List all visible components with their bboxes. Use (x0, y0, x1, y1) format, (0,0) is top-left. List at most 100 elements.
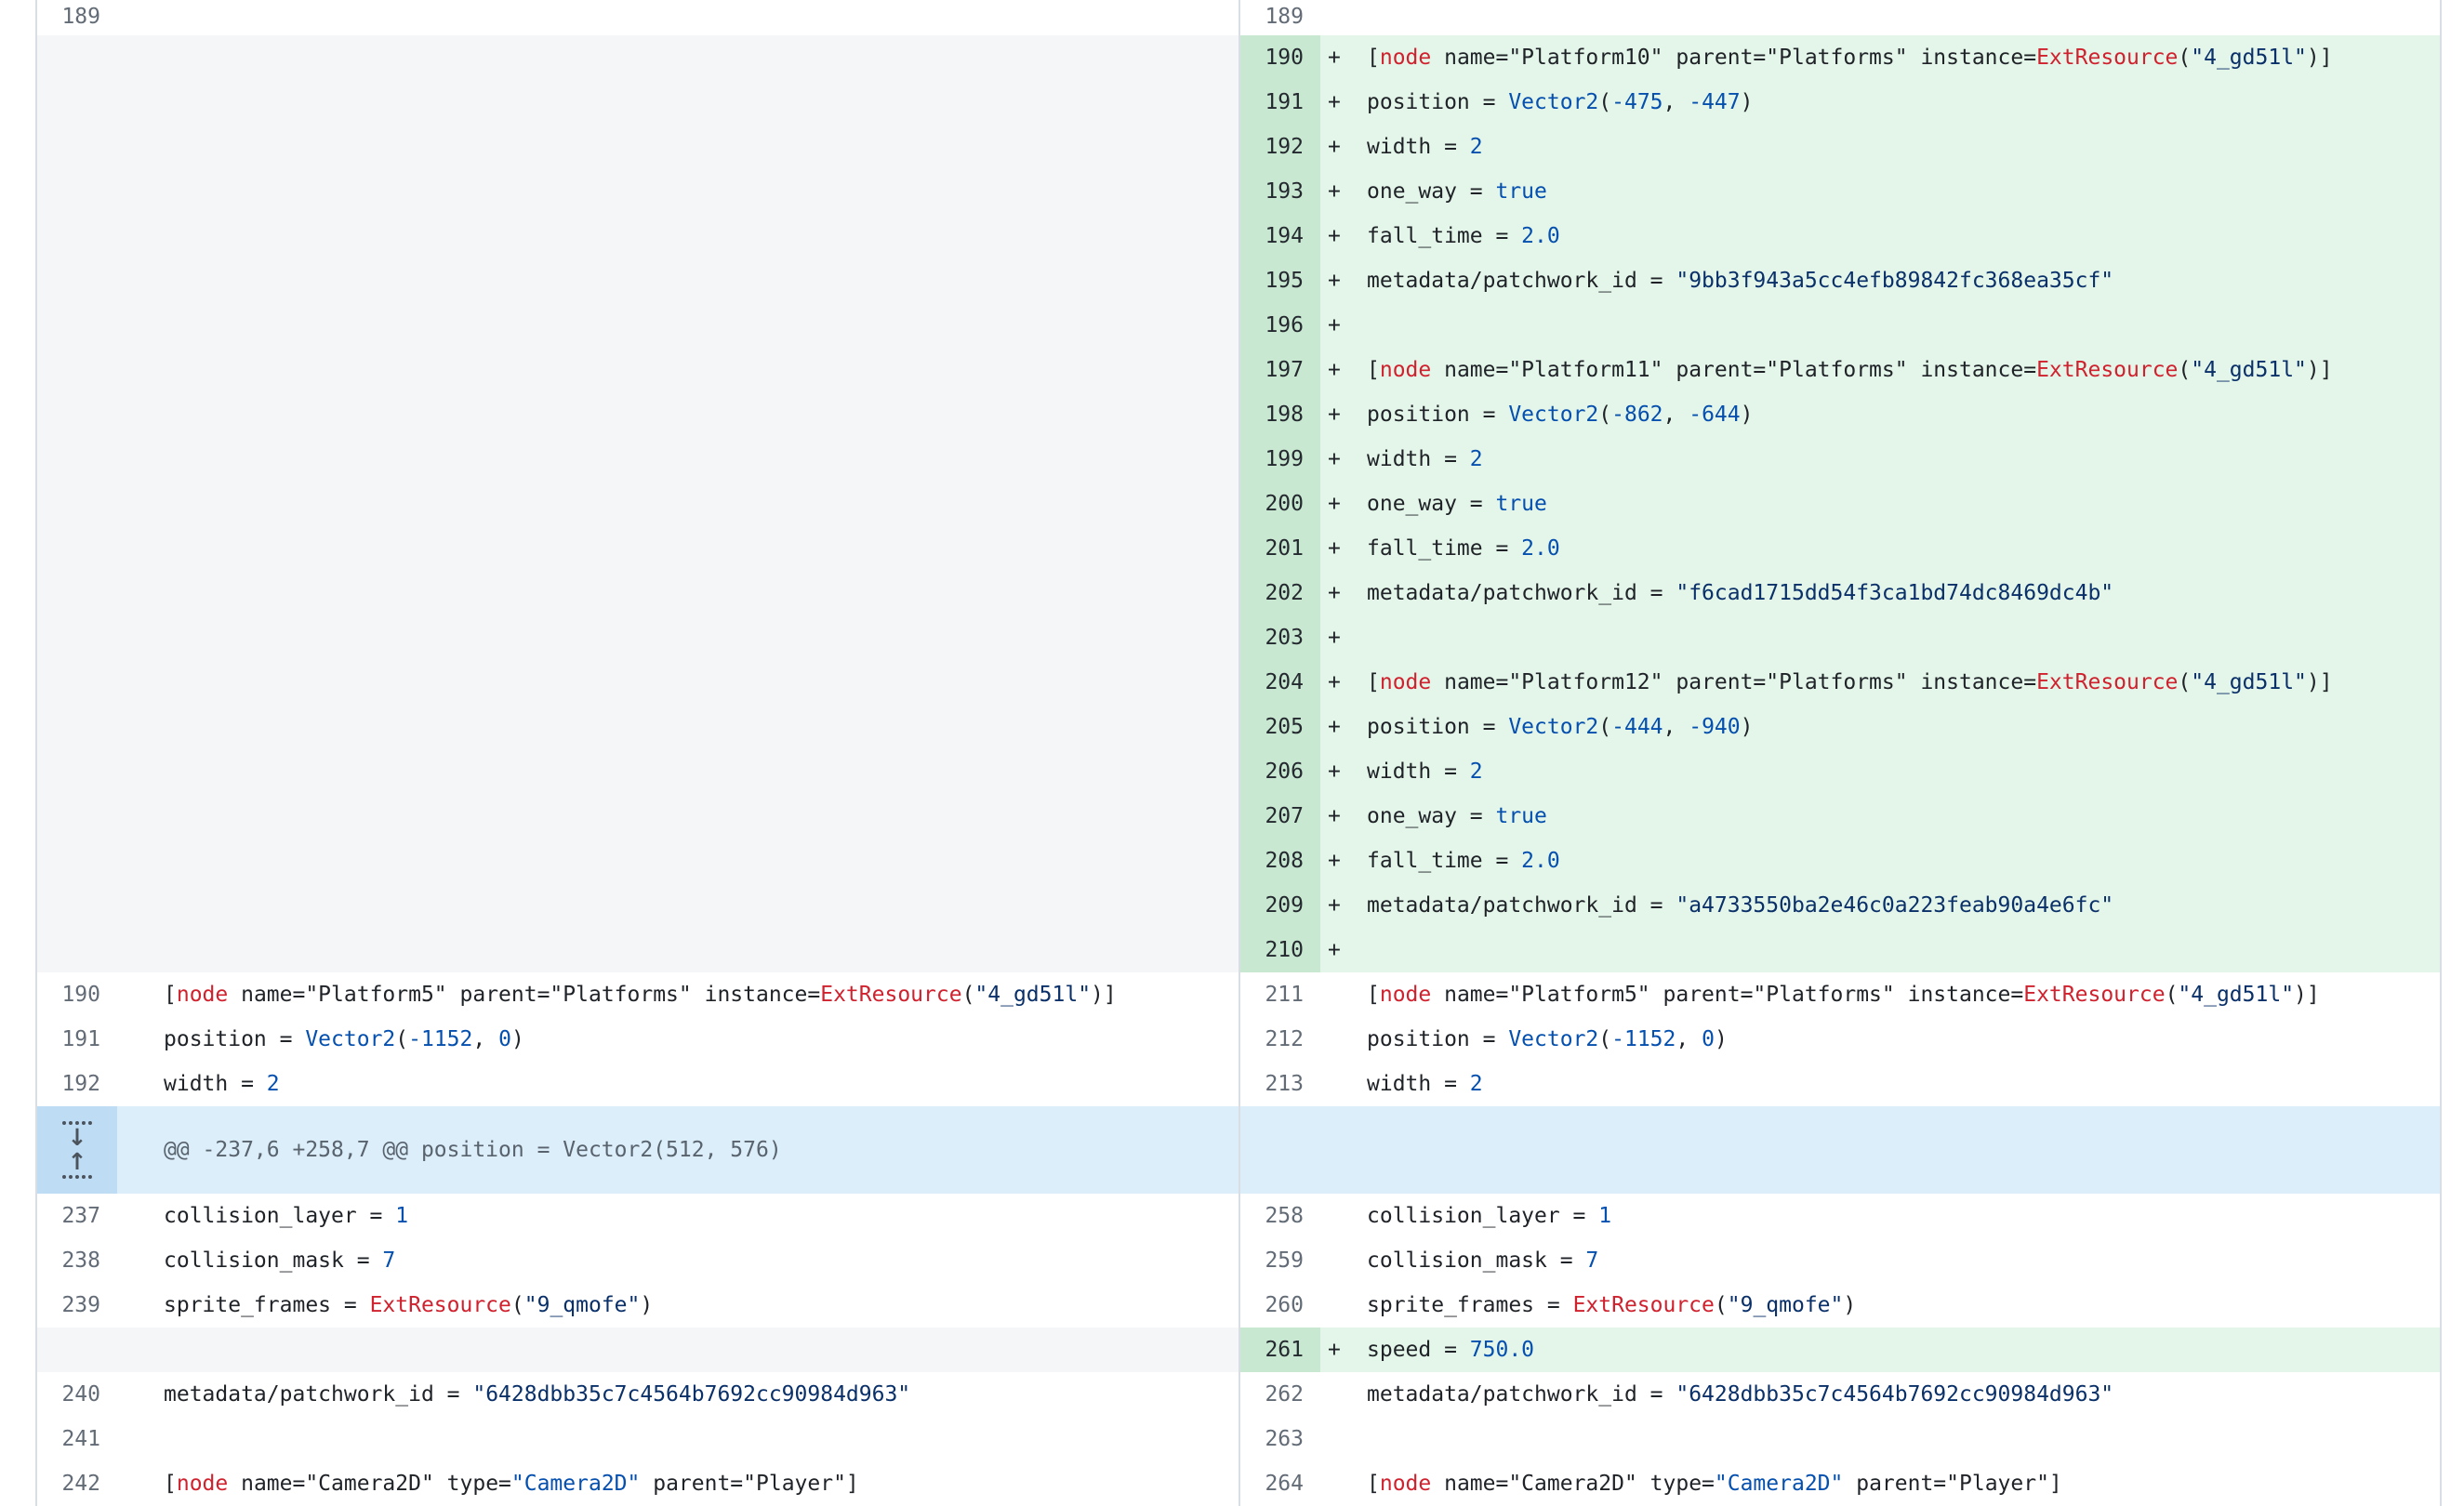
added-line-row: 195+metadata/patchwork_id = "9bb3f943a5c… (1240, 258, 2440, 303)
line-number[interactable]: 258 (1240, 1194, 1320, 1238)
token-keyword: node (1380, 46, 1431, 70)
line-number[interactable]: 193 (1240, 169, 1320, 214)
code-line: + (1320, 303, 2440, 348)
context-line-row: 191position = Vector2(-1152, 0) (37, 1017, 1239, 1062)
line-number[interactable]: 238 (37, 1238, 117, 1283)
code-line (1320, 0, 2440, 35)
line-number[interactable]: 211 (1240, 972, 1320, 1017)
add-marker: + (1328, 571, 1341, 615)
line-number[interactable]: 200 (1240, 482, 1320, 526)
added-line-row: 196+ (1240, 303, 2440, 348)
line-number[interactable]: 198 (1240, 392, 1320, 437)
token-plain: width = (1367, 760, 1470, 784)
expand-up-button[interactable]: ↑ (62, 1152, 92, 1182)
line-number[interactable]: 261 (1240, 1328, 1320, 1372)
empty-placeholder (37, 482, 1239, 526)
code-line: metadata/patchwork_id = "6428dbb35c7c456… (1320, 1372, 2440, 1417)
context-line-row: 242[node name="Camera2D" type="Camera2D"… (37, 1461, 1239, 1506)
empty-row (37, 928, 1239, 972)
code-line: +one_way = true (1320, 482, 2440, 526)
line-number[interactable]: 242 (37, 1461, 117, 1506)
code-line: position = Vector2(-1152, 0) (117, 1017, 1239, 1062)
line-number[interactable]: 205 (1240, 705, 1320, 749)
line-number[interactable]: 189 (37, 0, 117, 35)
token-constant: 0 (498, 1027, 511, 1051)
line-number[interactable]: 210 (1240, 928, 1320, 972)
empty-placeholder (37, 35, 1239, 80)
token-constant: 2.0 (1521, 224, 1560, 248)
line-number[interactable]: 192 (37, 1062, 117, 1106)
line-number[interactable]: 189 (1240, 0, 1320, 35)
line-number[interactable]: 264 (1240, 1461, 1320, 1506)
line-number[interactable]: 191 (1240, 80, 1320, 125)
empty-row (37, 169, 1239, 214)
token-plain: ) (1741, 715, 1754, 739)
line-number[interactable]: 206 (1240, 749, 1320, 794)
token-keyword: ExtResource (2023, 983, 2165, 1007)
line-number[interactable]: 199 (1240, 437, 1320, 482)
token-plain: [ (1367, 358, 1380, 382)
line-number[interactable]: 195 (1240, 258, 1320, 303)
added-line-row: 194+fall_time = 2.0 (1240, 214, 2440, 258)
token-keyword: node (1380, 358, 1431, 382)
token-plain: [ (1367, 983, 1380, 1007)
line-number[interactable]: 207 (1240, 794, 1320, 839)
line-number[interactable]: 197 (1240, 348, 1320, 392)
line-number[interactable]: 201 (1240, 526, 1320, 571)
line-number[interactable]: 194 (1240, 214, 1320, 258)
diff-pane-new: 189190+[node name="Platform10" parent="P… (1239, 0, 2440, 1506)
line-number[interactable]: 241 (37, 1417, 117, 1461)
line-number[interactable]: 240 (37, 1372, 117, 1417)
line-number[interactable]: 208 (1240, 839, 1320, 883)
token-plain: parent="Player"] (640, 1472, 858, 1496)
token-constant: 2.0 (1521, 536, 1560, 561)
diff-pane-old: 189190[node name="Platform5" parent="Pla… (37, 0, 1239, 1506)
token-plain: ( (2178, 46, 2191, 70)
empty-placeholder (37, 660, 1239, 705)
empty-row (37, 660, 1239, 705)
added-line-row: 205+position = Vector2(-444, -940) (1240, 705, 2440, 749)
empty-row (37, 571, 1239, 615)
line-number[interactable]: 213 (1240, 1062, 1320, 1106)
line-number[interactable]: 260 (1240, 1283, 1320, 1328)
empty-placeholder (37, 571, 1239, 615)
token-string: "f6cad1715dd54f3ca1bd74dc8469dc4b" (1676, 581, 2113, 605)
line-number[interactable]: 190 (37, 972, 117, 1017)
line-number[interactable]: 204 (1240, 660, 1320, 705)
empty-row (37, 437, 1239, 482)
line-number[interactable]: 196 (1240, 303, 1320, 348)
line-number[interactable]: 203 (1240, 615, 1320, 660)
line-number[interactable]: 209 (1240, 883, 1320, 928)
hunk-row: ↓↑@@ -237,6 +258,7 @@ position = Vector2… (37, 1106, 1239, 1194)
token-plain: ( (1598, 715, 1611, 739)
code-line: +position = Vector2(-475, -447) (1320, 80, 2440, 125)
token-plain: collision_layer = (164, 1204, 395, 1228)
expand-down-button[interactable]: ↓ (62, 1118, 92, 1148)
context-line-row: 262metadata/patchwork_id = "6428dbb35c7c… (1240, 1372, 2440, 1417)
token-plain: , (1663, 90, 1689, 114)
code-line: +fall_time = 2.0 (1320, 839, 2440, 883)
add-marker: + (1328, 214, 1341, 258)
token-plain: ) (511, 1027, 524, 1051)
code-line: metadata/patchwork_id = "6428dbb35c7c456… (117, 1372, 1239, 1417)
line-number[interactable]: 239 (37, 1283, 117, 1328)
add-marker: + (1328, 794, 1341, 839)
added-line-row: 208+fall_time = 2.0 (1240, 839, 2440, 883)
line-number[interactable]: 191 (37, 1017, 117, 1062)
line-number[interactable]: 262 (1240, 1372, 1320, 1417)
token-plain: name="Platform10" parent="Platforms" ins… (1431, 46, 2036, 70)
code-line: +width = 2 (1320, 125, 2440, 169)
line-number[interactable]: 202 (1240, 571, 1320, 615)
line-number[interactable]: 192 (1240, 125, 1320, 169)
line-number[interactable]: 259 (1240, 1238, 1320, 1283)
line-number[interactable]: 190 (1240, 35, 1320, 80)
token-constant: 0 (1702, 1027, 1715, 1051)
token-plain: metadata/patchwork_id = (1367, 1382, 1676, 1407)
line-number[interactable]: 237 (37, 1194, 117, 1238)
add-marker: + (1328, 303, 1341, 348)
line-number[interactable]: 263 (1240, 1417, 1320, 1461)
empty-row (37, 303, 1239, 348)
added-line-row: 198+position = Vector2(-862, -644) (1240, 392, 2440, 437)
line-number[interactable]: 212 (1240, 1017, 1320, 1062)
token-constant: 7 (1585, 1248, 1598, 1273)
